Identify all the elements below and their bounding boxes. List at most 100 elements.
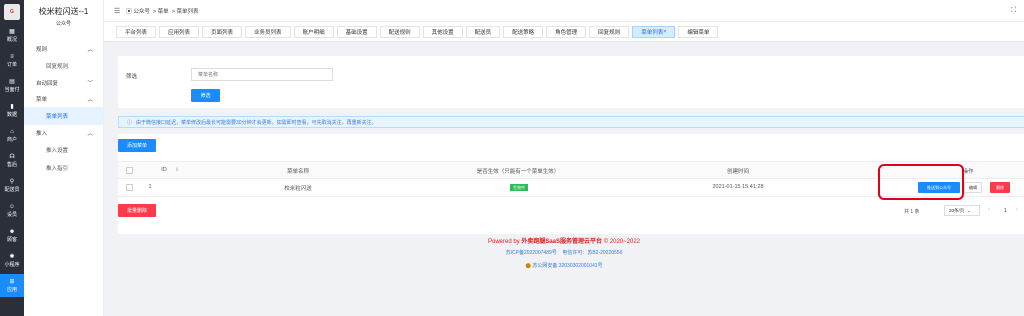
chevron-up-icon: ︿ — [87, 47, 93, 53]
bulk-delete-button[interactable]: 批量删除 — [118, 204, 156, 217]
secondary-sidebar: 校米粒闪送--1 公众号 规则 ︿ 回复规则 自动回复 ﹀ 菜单 ︿ 菜单列表 推入 ︿… — [24, 0, 104, 316]
headset-icon: ☊ — [9, 153, 15, 160]
tab-9[interactable]: 配送策略 — [503, 25, 544, 38]
group-label: 推入 — [36, 131, 48, 137]
nav-item-label: 顾客 — [6, 236, 17, 243]
powered-prefix: Powered by — [487, 239, 520, 245]
nav-item-customer[interactable]: ☻ 顾客 — [0, 224, 24, 247]
group-label: 菜单 — [36, 97, 48, 103]
sidebar-item-reply-rules[interactable]: 回复规则 — [24, 57, 103, 75]
filter-button[interactable]: 筛选 — [191, 89, 220, 102]
nav-item-label: 当面付 — [4, 86, 20, 93]
tab-1[interactable]: 应用列表 — [159, 25, 200, 38]
nav-item-chart[interactable]: ▮ 数据 — [0, 99, 24, 122]
next-page-icon[interactable]: › — [1016, 207, 1018, 213]
sidebar-item-push-settings[interactable]: 推入设置 — [24, 141, 103, 159]
police-link[interactable]: 苏公网安备 32030302001041号 — [532, 263, 602, 269]
tab-label: 账户明细 — [302, 29, 325, 36]
status-badge: 生效中 — [510, 184, 528, 191]
tab-label: 配送员 — [474, 29, 492, 36]
grid-icon: ▦ — [9, 28, 15, 35]
nav-item-list[interactable]: ≡ 订单 — [0, 49, 24, 72]
row-checkbox[interactable] — [126, 184, 133, 191]
tab-13[interactable]: 编辑菜单 — [678, 25, 719, 38]
home-icon: ▣ — [126, 8, 132, 15]
tab-6[interactable]: 配送规则 — [379, 25, 420, 38]
nav-item-courier[interactable]: ⚲ 配送员 — [0, 174, 24, 197]
nav-item-miniapp[interactable]: ✺ 小程序 — [0, 249, 24, 272]
col-id[interactable]: ID — [154, 167, 174, 173]
tab-label: 基础设置 — [345, 29, 368, 36]
row-id: 1 — [148, 184, 152, 190]
tab-7[interactable]: 其他设置 — [422, 25, 463, 38]
tab-label: 业务员列表 — [254, 29, 282, 36]
logo: G — [4, 4, 20, 20]
nav-item-label: 商户 — [6, 136, 17, 143]
col-created: 创建时间 — [726, 169, 749, 175]
customer-icon: ☻ — [8, 228, 16, 235]
add-menu-button[interactable]: 添加菜单 — [118, 139, 156, 152]
tab-11[interactable]: 回复规则 — [589, 25, 630, 38]
nav-item-apps[interactable]: ⊞ 应用 — [0, 274, 24, 297]
nav-item-person[interactable]: ☺ 设员 — [0, 199, 24, 222]
tab-10[interactable]: 角色管理 — [546, 25, 587, 38]
tab-5[interactable]: 基础设置 — [336, 25, 377, 38]
page-size-select[interactable]: 20条/页 ⌄ — [944, 205, 980, 216]
sidebar-group-auto-reply[interactable]: 自动回复 ﹀ — [24, 75, 103, 91]
shop-subtitle: 公众号 — [55, 21, 71, 27]
close-icon[interactable]: × — [663, 29, 666, 35]
chart-icon: ▮ — [10, 103, 14, 110]
nav-item-headset[interactable]: ☊ 售后 — [0, 149, 24, 172]
edit-button[interactable]: 编辑 — [964, 182, 982, 193]
sidebar-group-rules[interactable]: 规则 ︿ — [24, 41, 103, 57]
tab-8[interactable]: 配送员 — [465, 25, 501, 38]
current-page[interactable]: 1 — [1004, 208, 1007, 214]
person-icon: ☺ — [8, 203, 16, 210]
tab-4[interactable]: 账户明细 — [293, 25, 334, 38]
shop-title: 校米粒闪送--1 — [38, 7, 89, 16]
sidebar-item-push-guide[interactable]: 推入指引 — [24, 159, 103, 177]
tab-label: 平台列表 — [125, 29, 148, 36]
sidebar-item-menu-list[interactable]: 菜单列表 — [24, 107, 103, 125]
icp-link[interactable]: 苏ICP备2022007489号 — [506, 250, 557, 256]
menu-name-input[interactable] — [191, 68, 333, 81]
delete-button[interactable]: 删除 — [990, 182, 1010, 193]
sidebar-group-push[interactable]: 推入 ︿ — [24, 125, 103, 141]
chevron-down-icon: ⌄ — [967, 207, 972, 213]
notice-text: 由于微信接口延迟，菜单修改后最长可能需要30分钟才会更新。如需即时查看，可先取消… — [136, 119, 377, 126]
tab-3[interactable]: 业务员列表 — [245, 25, 291, 38]
breadcrumb-item: 菜单列表 — [176, 8, 199, 15]
nav-item-grid[interactable]: ▦ 概况 — [0, 24, 24, 47]
fullscreen-icon[interactable]: ⛶ — [1011, 7, 1016, 15]
tab-2[interactable]: 页面列表 — [202, 25, 243, 38]
info-icon: ⓘ — [127, 119, 133, 126]
nav-item-receipt[interactable]: ▤ 当面付 — [0, 74, 24, 97]
apps-icon: ⊞ — [9, 278, 15, 285]
page-size-value: 20条/页 — [949, 207, 965, 213]
sort-icon[interactable]: ⇕ — [175, 167, 179, 173]
courier-icon: ⚲ — [9, 178, 15, 185]
license-link[interactable]: 电信许可：苏B2-20220556 — [562, 250, 622, 256]
group-label: 规则 — [36, 47, 48, 53]
copyright: © 2020~2022 — [603, 239, 640, 245]
chevron-up-icon: ︿ — [87, 97, 93, 103]
row-name: 校米粒闪送 — [284, 186, 312, 192]
page-tabs: 平台列表 应用列表 页面列表 业务员列表 账户明细 基础设置 配送规则 其他设置 配送员 配送策略… — [104, 22, 1024, 42]
breadcrumb-item[interactable]: 公众号 — [133, 9, 150, 15]
brand-name: 外卖跑腿SaaS服务管理云平台 — [521, 239, 603, 245]
collapse-icon[interactable]: ☰ — [114, 7, 120, 15]
footer-police: ⬤ 苏公网安备 32030302001041号 — [104, 262, 1024, 269]
nav-item-label: 设员 — [6, 211, 17, 218]
tab-0[interactable]: 平台列表 — [116, 25, 157, 38]
nav-item-store[interactable]: ⌂ 商户 — [0, 124, 24, 147]
select-all-checkbox[interactable] — [126, 167, 133, 174]
tab-label: 编辑菜单 — [687, 29, 710, 36]
highlight-box — [878, 164, 964, 200]
chevron-down-icon: ﹀ — [87, 81, 93, 87]
tab-label: 菜单列表 — [641, 29, 664, 36]
prev-page-icon[interactable]: ‹ — [988, 207, 990, 213]
breadcrumb-item[interactable]: 菜单 — [158, 9, 169, 15]
notice-banner: ⓘ 由于微信接口延迟，菜单修改后最长可能需要30分钟才会更新。如需即时查看，可先… — [118, 116, 1024, 128]
sidebar-group-menu[interactable]: 菜单 ︿ — [24, 91, 103, 107]
tab-12[interactable]: 菜单列表 × — [632, 25, 676, 38]
